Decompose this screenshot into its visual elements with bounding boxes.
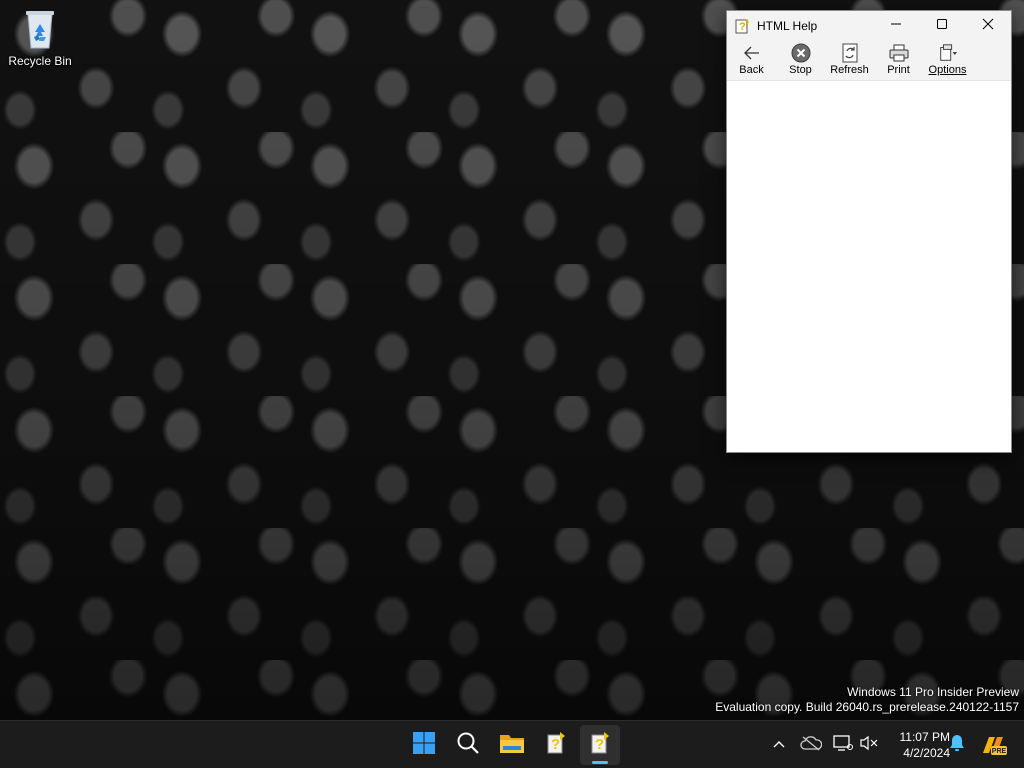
copilot-button[interactable]: PRE [978,733,1008,757]
svg-text:?: ? [739,21,746,33]
help-app-icon: ? [545,731,567,760]
taskbar-clock[interactable]: 11:07 PM 4/2/2024 [880,729,950,761]
window-title: HTML Help [757,19,818,33]
refresh-button[interactable]: Refresh [825,41,874,81]
search-icon [456,731,480,760]
volume-button[interactable] [857,733,881,757]
svg-text:?: ? [595,736,604,753]
display-icon [833,734,853,757]
stop-button[interactable]: Stop [776,41,825,81]
taskbar: ? ? 11:07 PM 4/2/2024 PRE [0,720,1024,768]
build-watermark: Windows 11 Pro Insider Preview Evaluatio… [715,685,1019,715]
back-arrow-icon [742,43,762,63]
clock-date: 4/2/2024 [903,746,950,760]
maximize-icon [936,17,948,35]
start-button[interactable] [404,725,444,765]
options-label: Options [928,64,967,76]
stop-label: Stop [789,64,812,76]
watermark-edition: Windows 11 Pro Insider Preview [847,685,1019,699]
close-icon [982,17,994,35]
taskbar-html-help-1[interactable]: ? [536,725,576,765]
search-button[interactable] [448,725,488,765]
show-hidden-icons-button[interactable] [767,733,791,757]
notifications-button[interactable] [945,733,969,757]
file-explorer-button[interactable] [492,725,532,765]
taskbar-html-help-2[interactable]: ? [580,725,620,765]
minimize-button[interactable] [873,11,919,41]
copilot-icon: PRE [979,733,1007,757]
html-help-window[interactable]: ? HTML Help Back Stop Refresh Print Opti… [726,10,1012,453]
onedrive-button[interactable] [799,733,823,757]
bell-icon [949,734,965,757]
help-app-icon: ? [589,731,611,760]
help-app-icon: ? [735,18,751,34]
help-content-pane[interactable] [727,82,1011,452]
clock-time: 11:07 PM [899,730,950,744]
printer-icon [889,43,909,63]
recycle-bin-icon [20,6,60,50]
chevron-up-icon [772,736,786,754]
print-button[interactable]: Print [874,41,923,81]
print-label: Print [887,64,910,76]
refresh-icon [840,43,860,63]
minimize-icon [890,17,902,35]
copilot-pre-badge: PRE [992,748,1007,755]
maximize-button[interactable] [919,11,965,41]
options-icon [938,43,958,63]
desktop-icon-label: Recycle Bin [8,54,72,68]
start-icon [412,731,436,760]
back-label: Back [739,64,764,76]
options-button[interactable]: Options [923,41,972,81]
onedrive-icon [800,735,823,756]
stop-icon [791,43,811,63]
refresh-label: Refresh [830,64,869,76]
close-button[interactable] [965,11,1011,41]
network-button[interactable] [831,733,855,757]
watermark-build: Evaluation copy. Build 26040.rs_prerelea… [715,700,1019,714]
desktop-icon-recycle-bin[interactable]: Recycle Bin [4,6,76,76]
file-explorer-icon [499,732,525,759]
title-bar[interactable]: ? HTML Help [727,11,1011,41]
volume-muted-icon [859,735,879,756]
active-window-indicator [592,761,608,764]
back-button[interactable]: Back [727,41,776,81]
svg-text:?: ? [551,736,560,753]
help-toolbar: Back Stop Refresh Print Options [727,41,1011,81]
